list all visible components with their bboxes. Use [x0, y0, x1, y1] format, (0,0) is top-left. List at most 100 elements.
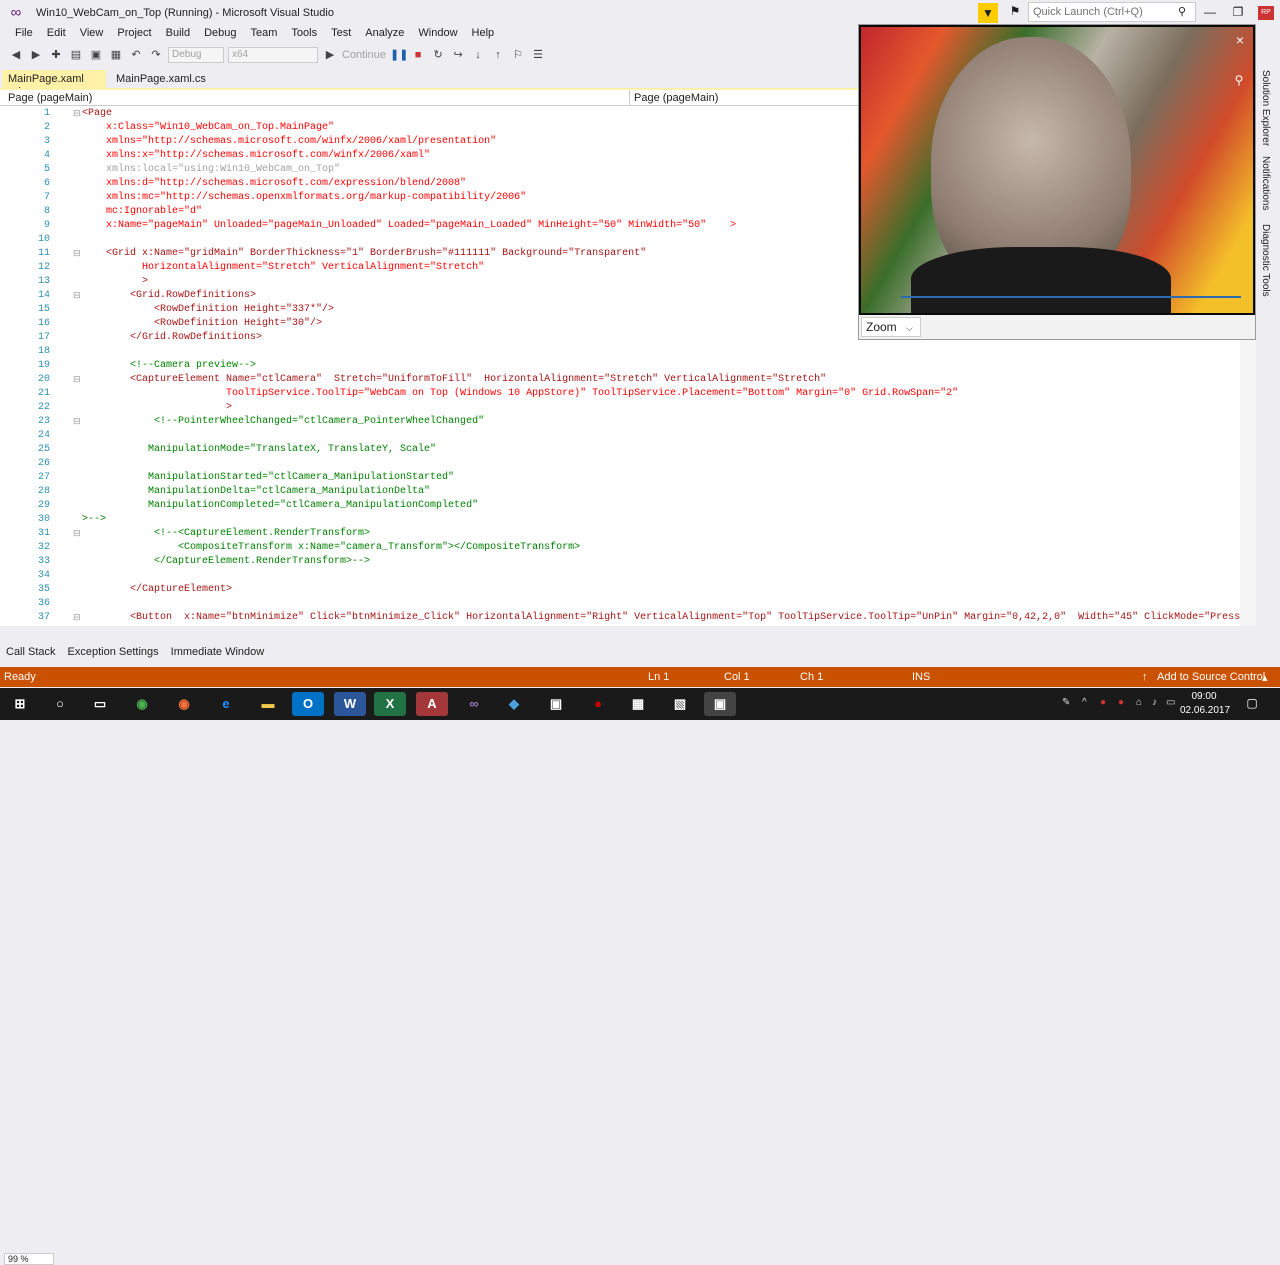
webcam-window[interactable]: × ⚲ Zoom ⌵: [858, 24, 1256, 340]
forward-icon[interactable]: ▶: [28, 47, 44, 63]
menu-analyze[interactable]: Analyze: [358, 26, 411, 44]
fold-icon[interactable]: ⊟: [73, 528, 81, 539]
tray-app-icon[interactable]: ●: [1118, 697, 1124, 708]
edge-icon[interactable]: e: [210, 692, 242, 716]
zoom-dropdown[interactable]: Zoom ⌵: [861, 317, 921, 337]
tray-network-icon[interactable]: ⌂: [1136, 697, 1142, 708]
cortana-icon[interactable]: ○: [44, 692, 76, 716]
file-explorer-icon[interactable]: ▬: [252, 692, 284, 716]
code-line: </Grid.RowDefinitions>: [82, 332, 263, 343]
tab-call-stack[interactable]: Call Stack: [2, 644, 60, 662]
pause-icon[interactable]: ❚❚: [390, 47, 408, 63]
scope-select-left[interactable]: Page (pageMain): [4, 90, 630, 106]
menu-help[interactable]: Help: [465, 26, 502, 44]
back-icon[interactable]: ◀: [8, 47, 24, 63]
step-out-icon[interactable]: ↑: [490, 47, 506, 63]
stop-icon[interactable]: ■: [410, 47, 426, 63]
search-icon[interactable]: ⚲: [1178, 5, 1186, 18]
fold-icon[interactable]: ⊟: [73, 612, 81, 623]
menu-debug[interactable]: Debug: [197, 26, 243, 44]
platform-select[interactable]: x64: [228, 47, 318, 63]
firefox-icon[interactable]: ◉: [168, 692, 200, 716]
fold-icon[interactable]: ⊟: [73, 248, 81, 259]
step-into-icon[interactable]: ↓: [470, 47, 486, 63]
excel-icon[interactable]: X: [374, 692, 406, 716]
taskbar-clock[interactable]: 09:00 02.06.2017: [1180, 690, 1230, 718]
code-line: mc:Ignorable="d": [82, 206, 203, 217]
windows-start-icon[interactable]: ⊞: [4, 692, 36, 716]
fold-icon[interactable]: ⊟: [73, 290, 81, 301]
step-over-icon[interactable]: ↪: [450, 47, 466, 63]
continue-button[interactable]: Continue: [342, 49, 386, 61]
menu-test[interactable]: Test: [324, 26, 358, 44]
user-avatar[interactable]: RP: [1258, 6, 1274, 20]
tray-record-icon[interactable]: ●: [1100, 697, 1106, 708]
menu-edit[interactable]: Edit: [40, 26, 73, 44]
tray-volume-icon[interactable]: ♪: [1152, 697, 1157, 708]
configuration-select[interactable]: Debug: [168, 47, 224, 63]
menu-team[interactable]: Team: [244, 26, 285, 44]
tab-mainpage-xaml[interactable]: MainPage.xaml ⊅ ×: [2, 70, 106, 98]
bookmark-icon[interactable]: ⚐: [510, 47, 526, 63]
quick-launch-input[interactable]: Quick Launch (Ctrl+Q): [1028, 2, 1196, 22]
menu-project[interactable]: Project: [110, 26, 158, 44]
redo-icon[interactable]: ↷: [148, 47, 164, 63]
scope-select-right[interactable]: Page (pageMain): [630, 90, 860, 106]
upload-icon: ↑: [1142, 671, 1148, 683]
app-icon-terminal[interactable]: ▣: [540, 692, 572, 716]
webcam-app-icon[interactable]: ▣: [704, 692, 736, 716]
code-line: x:Name="pageMain" Unloaded="pageMain_Unl…: [82, 220, 737, 231]
camera-preview[interactable]: × ⚲: [861, 27, 1253, 313]
menu-build[interactable]: Build: [159, 26, 197, 44]
editor-footer: 99 %: [0, 626, 1256, 1265]
menu-tools[interactable]: Tools: [284, 26, 324, 44]
close-icon[interactable]: ×: [1233, 33, 1247, 47]
new-project-icon[interactable]: ✚: [48, 47, 64, 63]
word-icon[interactable]: W: [334, 692, 366, 716]
chrome-icon[interactable]: ◉: [126, 692, 158, 716]
line-number: 2: [43, 122, 50, 133]
continue-icon[interactable]: ▶: [322, 47, 338, 63]
tray-power-icon[interactable]: ▭: [1166, 697, 1175, 708]
tab-solution-explorer[interactable]: Solution Explorer: [1260, 70, 1271, 146]
zoom-select[interactable]: 99 %: [4, 1253, 54, 1265]
save-all-icon[interactable]: ▦: [108, 47, 124, 63]
filter-icon[interactable]: ▼: [978, 3, 998, 23]
outlook-icon[interactable]: O: [292, 692, 324, 716]
save-icon[interactable]: ▣: [88, 47, 104, 63]
feedback-icon[interactable]: ⚑: [1006, 4, 1024, 22]
menu-window[interactable]: Window: [411, 26, 464, 44]
undo-icon[interactable]: ↶: [128, 47, 144, 63]
fold-icon[interactable]: ⊟: [73, 416, 81, 427]
app-icon-record[interactable]: ●: [582, 692, 614, 716]
line-number: 19: [37, 360, 50, 371]
tab-exception-settings[interactable]: Exception Settings: [64, 644, 163, 662]
task-view-icon[interactable]: ▭: [84, 692, 116, 716]
unpin-icon[interactable]: ⚲: [1231, 73, 1247, 89]
app-icon-blue[interactable]: ◆: [498, 692, 530, 716]
app-icon-tool[interactable]: ▧: [664, 692, 696, 716]
tab-notifications[interactable]: Notifications: [1260, 156, 1271, 210]
tray-expand-icon[interactable]: ^: [1082, 697, 1087, 708]
app-icon-grid[interactable]: ▦: [622, 692, 654, 716]
minimize-button[interactable]: —: [1196, 2, 1224, 22]
menu-view[interactable]: View: [73, 26, 111, 44]
code-line: xmlns:x="http://schemas.microsoft.com/wi…: [82, 150, 431, 161]
comment-icon[interactable]: ☰: [530, 47, 546, 63]
menu-file[interactable]: File: [8, 26, 40, 44]
fold-icon[interactable]: ⊟: [73, 108, 81, 119]
maximize-button[interactable]: ❐: [1224, 2, 1252, 22]
tab-diagnostic-tools[interactable]: Diagnostic Tools: [1260, 224, 1271, 297]
visual-studio-icon[interactable]: ∞: [458, 692, 490, 716]
access-icon[interactable]: A: [416, 692, 448, 716]
tab-immediate-window[interactable]: Immediate Window: [167, 644, 269, 662]
action-center-icon[interactable]: ▢: [1244, 696, 1260, 712]
open-icon[interactable]: ▤: [68, 47, 84, 63]
fold-icon[interactable]: ⊟: [73, 374, 81, 385]
tray-pen-icon[interactable]: ✎: [1062, 697, 1070, 708]
restart-icon[interactable]: ↻: [430, 47, 446, 63]
tab-mainpage-xaml-cs[interactable]: MainPage.xaml.cs: [110, 70, 230, 88]
camera-divider: [901, 296, 1241, 298]
source-control-chevron-icon[interactable]: ▴: [1262, 671, 1268, 684]
add-to-source-control[interactable]: Add to Source Control: [1157, 671, 1265, 683]
